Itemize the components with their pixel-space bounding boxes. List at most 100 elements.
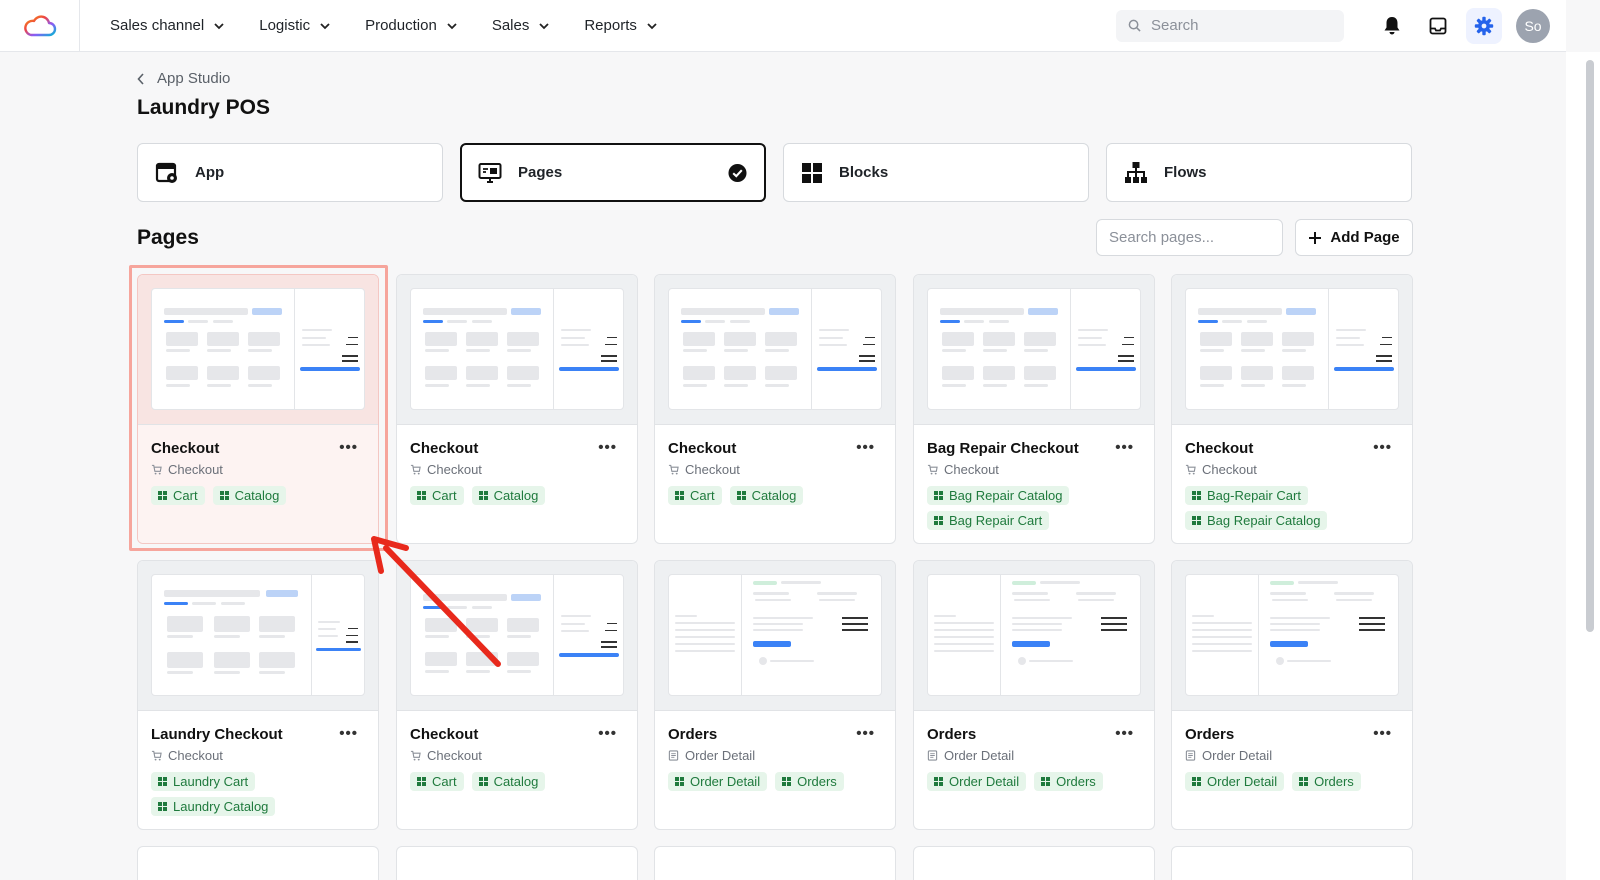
page-card-checkout[interactable]: Checkout ••• Checkout Cart Catalog — [654, 274, 896, 544]
block-tag[interactable]: Bag Repair Catalog — [1185, 511, 1328, 530]
block-icon — [158, 802, 167, 811]
chevron-left-icon — [137, 72, 144, 85]
block-tag[interactable]: Orders — [1034, 772, 1103, 791]
user-avatar[interactable]: So — [1516, 8, 1550, 43]
tab-flows[interactable]: Flows — [1106, 143, 1412, 202]
nav-production[interactable]: Production — [365, 17, 458, 34]
page-card-checkout[interactable]: Checkout ••• Checkout Cart Catalog — [137, 274, 379, 544]
nav-label: Production — [365, 17, 437, 34]
more-options-icon[interactable]: ••• — [1373, 725, 1392, 742]
tag-label: Orders — [1314, 774, 1354, 789]
block-tag[interactable]: Laundry Catalog — [151, 797, 276, 816]
card-title: Checkout — [1185, 440, 1254, 457]
nav-logistic[interactable]: Logistic — [259, 17, 331, 34]
card-thumbnail-area — [397, 561, 637, 711]
page-card-partial[interactable] — [654, 846, 896, 880]
block-tag[interactable]: Bag Repair Cart — [927, 511, 1050, 530]
card-type-label: Order Detail — [685, 748, 756, 763]
nav-sales[interactable]: Sales — [492, 17, 551, 34]
page-card-partial[interactable] — [913, 846, 1155, 880]
monitor-icon — [478, 162, 502, 183]
block-icon — [782, 777, 792, 786]
global-search[interactable] — [1116, 9, 1344, 42]
more-options-icon[interactable]: ••• — [339, 725, 358, 742]
logo[interactable] — [0, 0, 80, 52]
card-type-label: Order Detail — [944, 748, 1015, 763]
block-tag[interactable]: Orders — [1292, 772, 1361, 791]
nav-sales-channel[interactable]: Sales channel — [110, 17, 225, 34]
tab-pages[interactable]: Pages — [460, 143, 766, 202]
chevron-down-icon — [647, 22, 657, 29]
page-card-checkout[interactable]: Checkout ••• Checkout Bag-Repair Cart Ba… — [1171, 274, 1413, 544]
nav-label: Reports — [584, 17, 637, 34]
cart-icon — [1185, 464, 1196, 475]
block-tag[interactable]: Cart — [151, 486, 205, 505]
block-tag[interactable]: Bag-Repair Cart — [1185, 486, 1308, 505]
block-tag[interactable]: Catalog — [729, 486, 804, 505]
block-tag[interactable]: Cart — [410, 486, 464, 505]
block-tag[interactable]: Bag Repair Catalog — [927, 486, 1070, 505]
card-tags: Cart Catalog — [410, 486, 630, 505]
more-options-icon[interactable]: ••• — [339, 439, 358, 456]
settings-button[interactable] — [1466, 7, 1502, 44]
more-options-icon[interactable]: ••• — [1373, 439, 1392, 456]
top-navigation-bar: Sales channel Logistic Production Sales … — [0, 0, 1566, 52]
tab-blocks[interactable]: Blocks — [783, 143, 1089, 202]
tag-label: Order Detail — [690, 774, 761, 789]
main-nav: Sales channel Logistic Production Sales … — [110, 17, 658, 34]
page-card-laundry-checkout[interactable]: Laundry Checkout ••• Checkout Laundry Ca… — [137, 560, 379, 830]
block-tag[interactable]: Orders — [775, 772, 844, 791]
block-tag[interactable]: Laundry Cart — [151, 772, 256, 791]
card-title: Checkout — [668, 440, 737, 457]
card-page-type: Checkout — [151, 462, 223, 477]
page-card-orders[interactable]: Orders ••• Order Detail Order Detail Ord… — [654, 560, 896, 830]
block-tag[interactable]: Order Detail — [668, 772, 768, 791]
page-card-partial[interactable] — [137, 846, 379, 880]
page-card-orders[interactable]: Orders ••• Order Detail Order Detail Ord… — [913, 560, 1155, 830]
document-icon — [1185, 750, 1196, 761]
search-icon — [1128, 19, 1141, 32]
vertical-scrollbar[interactable] — [1566, 52, 1600, 880]
tab-label: Flows — [1164, 164, 1207, 181]
more-options-icon[interactable]: ••• — [1115, 439, 1134, 456]
block-tag[interactable]: Catalog — [471, 486, 546, 505]
block-tag[interactable]: Cart — [668, 486, 722, 505]
block-tag[interactable]: Order Detail — [1185, 772, 1285, 791]
block-tag[interactable]: Cart — [410, 772, 464, 791]
block-tag[interactable]: Order Detail — [927, 772, 1027, 791]
card-page-type: Order Detail — [927, 748, 1014, 763]
more-options-icon[interactable]: ••• — [856, 725, 875, 742]
cart-icon — [410, 750, 421, 761]
page-card-orders[interactable]: Orders ••• Order Detail Order Detail Ord… — [1171, 560, 1413, 830]
page-card-checkout[interactable]: Checkout ••• Checkout Cart Catalog — [396, 560, 638, 830]
page-card-partial[interactable] — [1171, 846, 1413, 880]
tab-app[interactable]: App — [137, 143, 443, 202]
inbox-tray-icon — [1429, 17, 1447, 34]
more-options-icon[interactable]: ••• — [1115, 725, 1134, 742]
block-icon — [934, 516, 943, 525]
global-search-input[interactable] — [1151, 17, 1321, 34]
page-card-partial[interactable] — [396, 846, 638, 880]
block-tag[interactable]: Catalog — [212, 486, 287, 505]
studio-tabs: App Pages Blocks Flows — [137, 143, 1412, 202]
card-title: Laundry Checkout — [151, 726, 283, 743]
block-tag[interactable]: Catalog — [471, 772, 546, 791]
nav-label: Sales — [491, 17, 530, 34]
inbox-button[interactable] — [1420, 8, 1456, 44]
nav-reports[interactable]: Reports — [584, 17, 658, 34]
breadcrumb[interactable]: App Studio — [137, 70, 230, 87]
scrollbar-thumb[interactable] — [1586, 60, 1594, 632]
tag-label: Orders — [1056, 774, 1096, 789]
search-pages-input[interactable] — [1096, 219, 1283, 256]
card-thumbnail-area — [138, 275, 378, 425]
more-options-icon[interactable]: ••• — [598, 725, 617, 742]
block-icon — [1192, 516, 1201, 525]
more-options-icon[interactable]: ••• — [598, 439, 617, 456]
card-page-type: Checkout — [1185, 462, 1257, 477]
cart-icon — [668, 464, 679, 475]
page-card-bag-repair-checkout[interactable]: Bag Repair Checkout ••• Checkout Bag Rep… — [913, 274, 1155, 544]
add-page-button[interactable]: Add Page — [1295, 219, 1413, 256]
more-options-icon[interactable]: ••• — [856, 439, 875, 456]
notifications-button[interactable] — [1374, 8, 1410, 44]
page-card-checkout[interactable]: Checkout ••• Checkout Cart Catalog — [396, 274, 638, 544]
